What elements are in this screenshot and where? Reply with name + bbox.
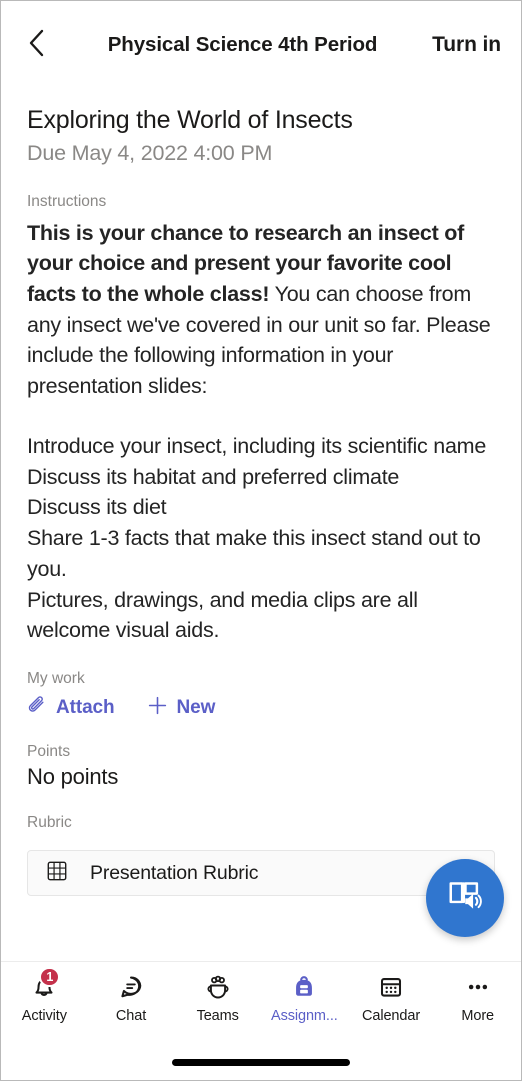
backpack-icon xyxy=(289,970,319,1004)
plus-icon xyxy=(147,695,168,721)
paperclip-icon xyxy=(27,695,47,721)
my-work-actions: Attach New xyxy=(27,695,495,721)
app-header: Physical Science 4th Period Turn in xyxy=(1,1,521,89)
instructions-section: Instructions This is your chance to rese… xyxy=(27,193,495,647)
nav-label-more: More xyxy=(461,1008,495,1024)
bottom-navigation: 1 Activity Chat Teams Assignm... Calenda… xyxy=(1,961,521,1039)
ellipsis-icon xyxy=(463,970,493,1004)
home-indicator xyxy=(172,1059,350,1066)
instructions-label: Instructions xyxy=(27,192,107,210)
chevron-left-icon xyxy=(27,28,47,63)
grid-icon xyxy=(46,860,68,887)
nav-label-teams: Teams xyxy=(196,1008,239,1024)
list-item: Pictures, drawings, and media clips are … xyxy=(27,587,418,643)
new-label: New xyxy=(176,697,216,719)
rubric-card[interactable]: Presentation Rubric xyxy=(27,850,495,897)
instructions-body: This is your chance to research an insec… xyxy=(27,218,495,402)
assignment-title: Exploring the World of Insects xyxy=(27,106,353,134)
nav-item-assignments[interactable]: Assignm... xyxy=(261,970,348,1024)
teams-icon xyxy=(203,970,233,1004)
nav-item-chat[interactable]: Chat xyxy=(88,970,175,1024)
list-item: Discuss its diet xyxy=(27,495,167,520)
rubric-card-label: Presentation Rubric xyxy=(90,861,259,884)
rubric-section: Rubric Presentation Rubric xyxy=(27,814,495,897)
back-button[interactable] xyxy=(15,23,59,67)
my-work-section: My work Attach New xyxy=(27,670,495,721)
nav-label-activity: Activity xyxy=(21,1008,67,1024)
nav-item-teams[interactable]: Teams xyxy=(174,970,261,1024)
immersive-reader-icon xyxy=(446,877,484,920)
instructions-list: Introduce your insect, including its sci… xyxy=(27,431,495,646)
calendar-icon xyxy=(376,970,406,1004)
points-section: Points No points xyxy=(27,743,495,790)
attach-label: Attach xyxy=(56,697,115,719)
chat-icon xyxy=(116,970,146,1004)
list-item: Discuss its habitat and preferred climat… xyxy=(27,464,400,489)
nav-item-more[interactable]: More xyxy=(434,970,521,1024)
bell-icon: 1 xyxy=(29,967,61,1004)
new-button[interactable]: New xyxy=(147,695,216,721)
page-title: Physical Science 4th Period xyxy=(107,33,378,56)
list-item: Introduce your insect, including its sci… xyxy=(27,433,487,458)
assignment-due-date: Due May 4, 2022 4:00 PM xyxy=(27,140,273,165)
phone-screen: Physical Science 4th Period Turn in Expl… xyxy=(0,0,522,1081)
nav-label-chat: Chat xyxy=(115,1008,147,1024)
my-work-label: My work xyxy=(27,670,85,688)
assignment-detail: Exploring the World of Insects Due May 4… xyxy=(1,106,521,897)
turn-in-button[interactable]: Turn in xyxy=(426,33,505,57)
points-label: Points xyxy=(27,743,71,761)
nav-label-calendar: Calendar xyxy=(362,1008,421,1024)
nav-label-assignments: Assignm... xyxy=(271,1008,338,1024)
points-value: No points xyxy=(27,764,119,790)
attach-button[interactable]: Attach xyxy=(27,695,115,721)
list-item: Share 1-3 facts that make this insect st… xyxy=(27,526,481,581)
immersive-reader-button[interactable] xyxy=(426,859,504,937)
nav-item-calendar[interactable]: Calendar xyxy=(348,970,435,1024)
nav-item-activity[interactable]: 1 Activity xyxy=(1,967,88,1024)
rubric-label: Rubric xyxy=(27,814,72,832)
